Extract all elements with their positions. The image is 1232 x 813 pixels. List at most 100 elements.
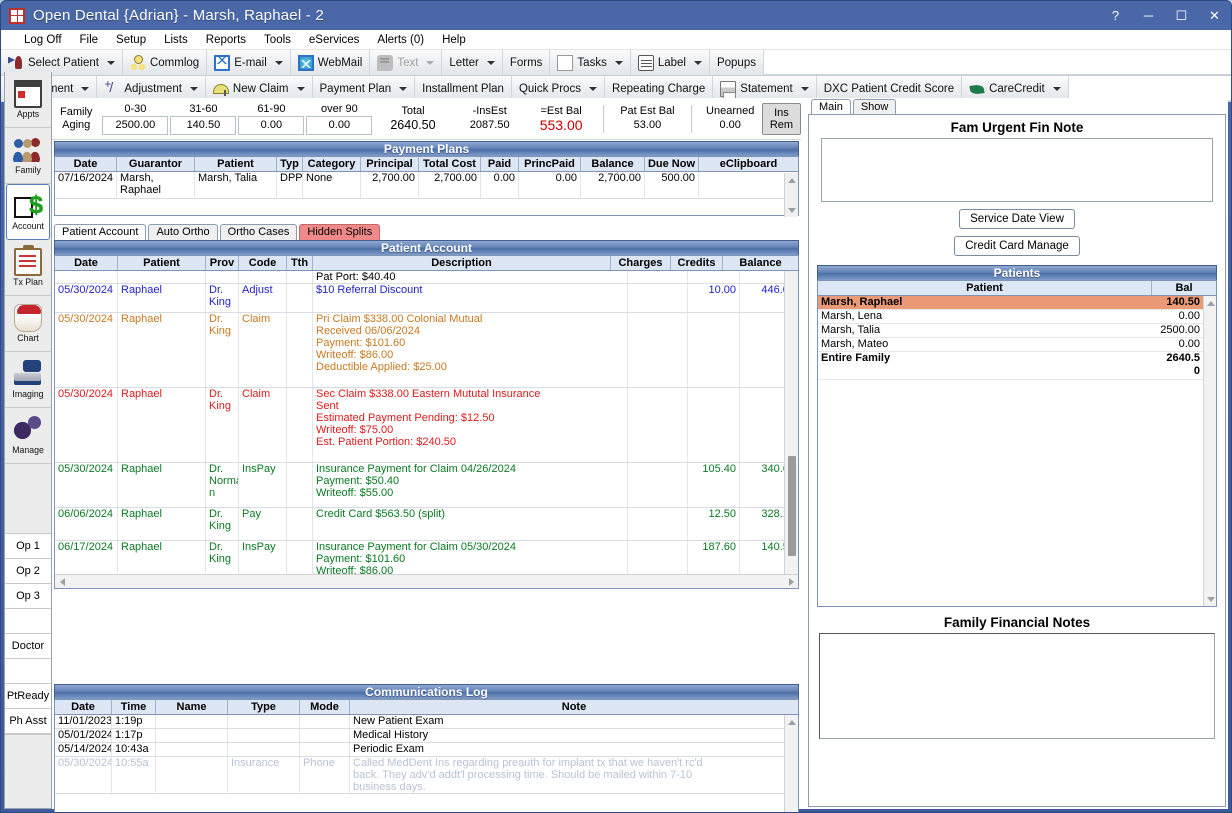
scroll-down-icon[interactable] (785, 203, 799, 217)
table-row[interactable]: 05/14/2024 10:43a Periodic Exam (55, 743, 798, 757)
patient-row[interactable]: Marsh, Raphael 140.50 (818, 296, 1203, 310)
right-tab-main[interactable]: Main (811, 99, 851, 115)
menu-item-8[interactable]: Help (433, 32, 475, 48)
table-row[interactable]: 05/01/2024 1:17p Medical History (55, 729, 798, 743)
table-row[interactable]: 05/30/2024 Raphael Dr. King Adjust $10 Refer… (55, 284, 798, 313)
chevron-down-icon[interactable] (800, 86, 809, 91)
comm-log-rows[interactable]: 11/01/2023 1:19p New Patient Exam 05/01/202… (55, 715, 798, 812)
toolbar-button-letter[interactable]: Letter (442, 50, 503, 75)
chevron-down-icon[interactable] (189, 86, 198, 91)
menu-item-4[interactable]: Reports (197, 32, 255, 48)
aging-bucket-value[interactable]: 140.50 (170, 115, 237, 135)
payment-plans-scrollbar[interactable] (784, 173, 798, 217)
rail-button-family[interactable]: Family (5, 128, 51, 184)
minimize-button[interactable]: ─ (1132, 1, 1165, 30)
patient-account-rows[interactable]: Adj: ($10.00), Ins Paid: $101.60, Writeo… (55, 271, 798, 574)
chevron-down-icon[interactable] (693, 60, 702, 65)
comm-log-scrollbar[interactable] (784, 715, 798, 812)
chevron-down-icon[interactable] (296, 86, 305, 91)
rail-op-op-1[interactable]: Op 1 (5, 534, 51, 559)
rail-button-account[interactable]: Account (6, 184, 50, 240)
table-row[interactable]: 07/16/2024 Marsh, Raphael Marsh, Talia DPP N… (55, 172, 798, 199)
tasks-icon (557, 54, 574, 71)
help-button[interactable]: ? (1099, 1, 1132, 30)
toolbar-button-text[interactable]: Text (370, 50, 443, 75)
rail-op-op-2[interactable]: Op 2 (5, 559, 51, 584)
scroll-up-icon[interactable] (785, 173, 799, 187)
chevron-down-icon[interactable] (588, 86, 597, 91)
ins-rem-button[interactable]: Ins Rem (761, 102, 801, 135)
toolbar-button-tasks[interactable]: Tasks (550, 50, 631, 75)
table-row[interactable]: 06/06/2024 Raphael Dr. King Pay Credit Card … (55, 508, 798, 541)
close-button[interactable]: ✕ (1198, 1, 1231, 30)
chevron-down-icon[interactable] (399, 86, 408, 91)
menu-item-3[interactable]: Lists (155, 32, 197, 48)
menu-item-0[interactable]: Log Off (15, 32, 71, 48)
menu-item-1[interactable]: File (71, 32, 108, 48)
scroll-right-icon[interactable] (784, 575, 798, 588)
toolbar-button-webmail[interactable]: WebMail (291, 50, 371, 75)
column-header: Prov (206, 256, 239, 270)
scroll-thumb[interactable] (788, 456, 796, 556)
tab-ortho-cases[interactable]: Ortho Cases (219, 224, 298, 240)
table-row[interactable]: 05/30/2024 Raphael Dr. King Claim Sec Claim … (55, 388, 798, 463)
rail-button-manage[interactable]: Manage (5, 408, 51, 464)
table-row[interactable]: 05/30/2024 10:55a Insurance Phone Called Med… (55, 757, 798, 794)
scroll-left-icon[interactable] (55, 575, 69, 588)
rail-op-blank-3[interactable] (5, 609, 51, 634)
table-row[interactable]: 05/30/2024 Raphael Dr. Norma n InsPay Insura… (55, 463, 798, 508)
scroll-up-icon[interactable] (1204, 296, 1216, 310)
patients-scrollbar[interactable] (1203, 296, 1216, 606)
column-header: Category (303, 157, 361, 171)
table-row[interactable]: 05/30/2024 Raphael Dr. King Claim Pri Claim … (55, 313, 798, 388)
toolbar-button-label[interactable]: Label (631, 50, 710, 75)
rail-button-tx-plan[interactable]: Tx Plan (5, 240, 51, 296)
rail-button-appts[interactable]: Appts (5, 72, 51, 128)
patient-account-hscrollbar[interactable] (55, 574, 798, 588)
rail-op-blank-5[interactable] (5, 659, 51, 684)
chevron-down-icon[interactable] (426, 60, 435, 65)
toolbar-button-commlog[interactable]: Commlog (123, 50, 208, 75)
tab-auto-ortho[interactable]: Auto Ortho (148, 224, 218, 240)
rail-op-op-3[interactable]: Op 3 (5, 584, 51, 609)
tab-patient-account[interactable]: Patient Account (54, 224, 147, 240)
table-row[interactable]: 06/17/2024 Raphael Dr. King InsPay Insurance… (55, 541, 798, 574)
maximize-button[interactable]: ☐ (1165, 1, 1198, 30)
right-tab-show[interactable]: Show (852, 99, 897, 115)
table-row[interactable]: 11/01/2023 1:19p New Patient Exam (55, 715, 798, 729)
chevron-down-icon[interactable] (81, 86, 90, 91)
aging-bucket-value[interactable]: 0.00 (306, 115, 373, 135)
aging-bucket-value[interactable]: 0.00 (238, 115, 305, 135)
aging-bucket-value[interactable]: 2500.00 (102, 115, 169, 135)
rail-op-ptready[interactable]: PtReady (5, 684, 51, 709)
rail-button-imaging[interactable]: Imaging (5, 352, 51, 408)
rail-op-doctor[interactable]: Doctor (5, 634, 51, 659)
button-service-date-view[interactable]: Service Date View (959, 209, 1075, 229)
family-financial-notes-field[interactable] (819, 633, 1215, 739)
chevron-down-icon[interactable] (486, 60, 495, 65)
toolbar-button-e-mail[interactable]: E-mail (207, 50, 291, 75)
menu-item-2[interactable]: Setup (107, 32, 155, 48)
scroll-up-icon[interactable] (785, 715, 798, 729)
rail-op-ph-asst[interactable]: Ph Asst (5, 709, 51, 734)
patient-row[interactable]: Marsh, Talia 2500.00 (818, 324, 1203, 338)
menu-item-7[interactable]: Alerts (0) (368, 32, 433, 48)
fam-urgent-fin-note-field[interactable] (821, 138, 1213, 202)
patient-row[interactable]: Marsh, Lena 0.00 (818, 310, 1203, 324)
menu-item-5[interactable]: Tools (255, 32, 300, 48)
patient-row[interactable]: Entire Family 2640.5 0 (818, 352, 1203, 380)
patient-account-vscrollbar[interactable] (784, 271, 798, 588)
patient-row[interactable]: Marsh, Mateo 0.00 (818, 338, 1203, 352)
chevron-down-icon[interactable] (614, 60, 623, 65)
chevron-down-icon[interactable] (274, 60, 283, 65)
button-credit-card-manage[interactable]: Credit Card Manage (954, 236, 1080, 256)
chevron-down-icon[interactable] (106, 60, 115, 65)
table-row[interactable]: Adj: ($10.00), Ins Paid: $101.60, Writeo… (55, 271, 798, 284)
toolbar-button-forms[interactable]: Forms (503, 50, 551, 75)
tab-hidden-splits[interactable]: Hidden Splits (299, 224, 381, 240)
scroll-down-icon[interactable] (1204, 592, 1216, 606)
toolbar-button-popups[interactable]: Popups (710, 50, 764, 75)
chevron-down-icon[interactable] (1052, 86, 1061, 91)
rail-button-chart[interactable]: Chart (5, 296, 51, 352)
menu-item-6[interactable]: eServices (300, 32, 369, 48)
